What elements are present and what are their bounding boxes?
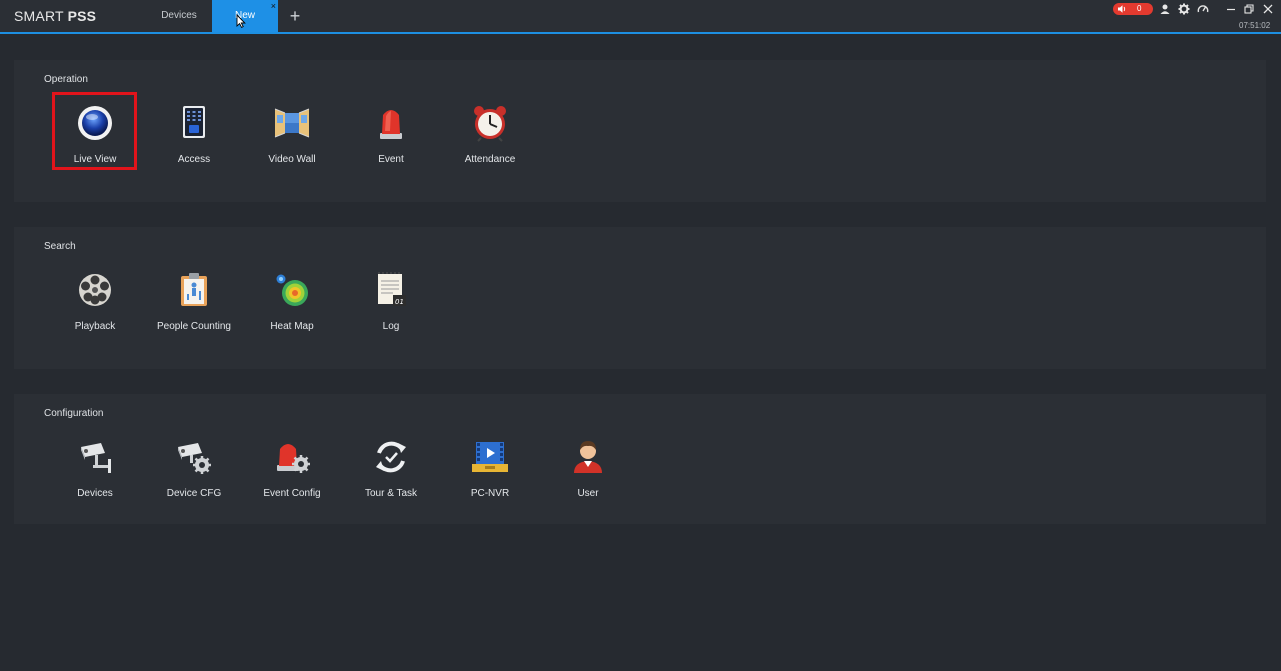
alarm-clock-icon [474, 106, 506, 142]
gear-icon[interactable] [1178, 3, 1190, 15]
event-button[interactable]: Event [349, 97, 433, 175]
search-section: Search Playback People Counting Heat Map… [14, 227, 1266, 369]
heat-map-icon [276, 274, 308, 306]
log-calendar-icon: 01 [378, 272, 406, 306]
camera-config-icon [178, 443, 211, 474]
tour-task-button[interactable]: Tour & Task [349, 431, 433, 509]
title-bar: SMART PSS Devices New × + 0 07:51:02 [0, 0, 1281, 34]
pc-nvr-button[interactable]: PC-NVR [448, 431, 532, 509]
clock: 07:51:02 [1239, 21, 1271, 30]
people-counting-label: People Counting [157, 321, 231, 332]
restore-icon[interactable] [1243, 3, 1255, 15]
pc-nvr-icon [472, 442, 508, 472]
attendance-label: Attendance [464, 154, 516, 165]
device-cfg-label: Device CFG [166, 488, 222, 499]
speaker-icon [1118, 5, 1126, 13]
tour-task-label: Tour & Task [364, 488, 418, 499]
camera-devices-icon [81, 443, 111, 473]
close-icon[interactable] [1262, 3, 1274, 15]
performance-icon[interactable] [1197, 3, 1209, 15]
alarm-count: 0 [1137, 4, 1142, 13]
live-view-highlight [52, 92, 137, 170]
user-icon[interactable] [1159, 3, 1171, 15]
tab-devices-label: Devices [161, 10, 197, 21]
section-title-operation: Operation [44, 74, 88, 85]
playback-label: Playback [74, 321, 116, 332]
playback-button[interactable]: Playback [53, 264, 137, 342]
tab-close-icon[interactable]: × [271, 1, 276, 11]
tab-new[interactable]: New × [212, 0, 278, 32]
user-button[interactable]: User [546, 431, 630, 509]
log-button[interactable]: 01 Log [349, 264, 433, 342]
app-logo: SMART PSS [14, 8, 96, 24]
event-label: Event [378, 154, 404, 165]
configuration-section: Configuration Devices Device CFG Event C… [14, 394, 1266, 524]
logo-bold-text: PSS [67, 8, 97, 24]
operation-section: Operation Live View Access Video Wall Ev… [14, 60, 1266, 202]
devices-label: Devices [77, 488, 113, 499]
section-title-configuration: Configuration [44, 408, 104, 419]
mouse-cursor-icon [236, 14, 246, 28]
minimize-icon[interactable] [1225, 3, 1237, 15]
logo-light-text: SMART [14, 8, 64, 24]
add-tab-button[interactable]: + [286, 5, 304, 27]
film-reel-icon [79, 274, 111, 306]
people-counting-button[interactable]: People Counting [152, 264, 236, 342]
attendance-button[interactable]: Attendance [448, 97, 532, 175]
video-wall-label: Video Wall [268, 154, 316, 165]
alarm-badge[interactable]: 0 [1113, 3, 1153, 15]
people-counting-icon [181, 273, 207, 306]
pc-nvr-label: PC-NVR [470, 488, 510, 499]
event-config-label: Event Config [263, 488, 321, 499]
section-title-search: Search [44, 241, 76, 252]
heat-map-label: Heat Map [270, 321, 314, 332]
svg-text:01: 01 [395, 298, 404, 306]
user-avatar-icon [574, 441, 602, 473]
tour-cycle-icon [376, 441, 406, 473]
tab-devices[interactable]: Devices [146, 0, 212, 32]
access-control-icon [183, 106, 205, 138]
devices-button[interactable]: Devices [53, 431, 137, 509]
access-button[interactable]: Access [152, 97, 236, 175]
heat-map-button[interactable]: Heat Map [250, 264, 334, 342]
event-config-button[interactable]: Event Config [250, 431, 334, 509]
video-wall-icon [274, 108, 310, 138]
log-label: Log [382, 321, 400, 332]
user-label: User [577, 488, 599, 499]
access-label: Access [177, 154, 211, 165]
alarm-siren-icon [380, 110, 402, 139]
siren-config-icon [277, 444, 310, 473]
video-wall-button[interactable]: Video Wall [250, 97, 334, 175]
device-cfg-button[interactable]: Device CFG [152, 431, 236, 509]
